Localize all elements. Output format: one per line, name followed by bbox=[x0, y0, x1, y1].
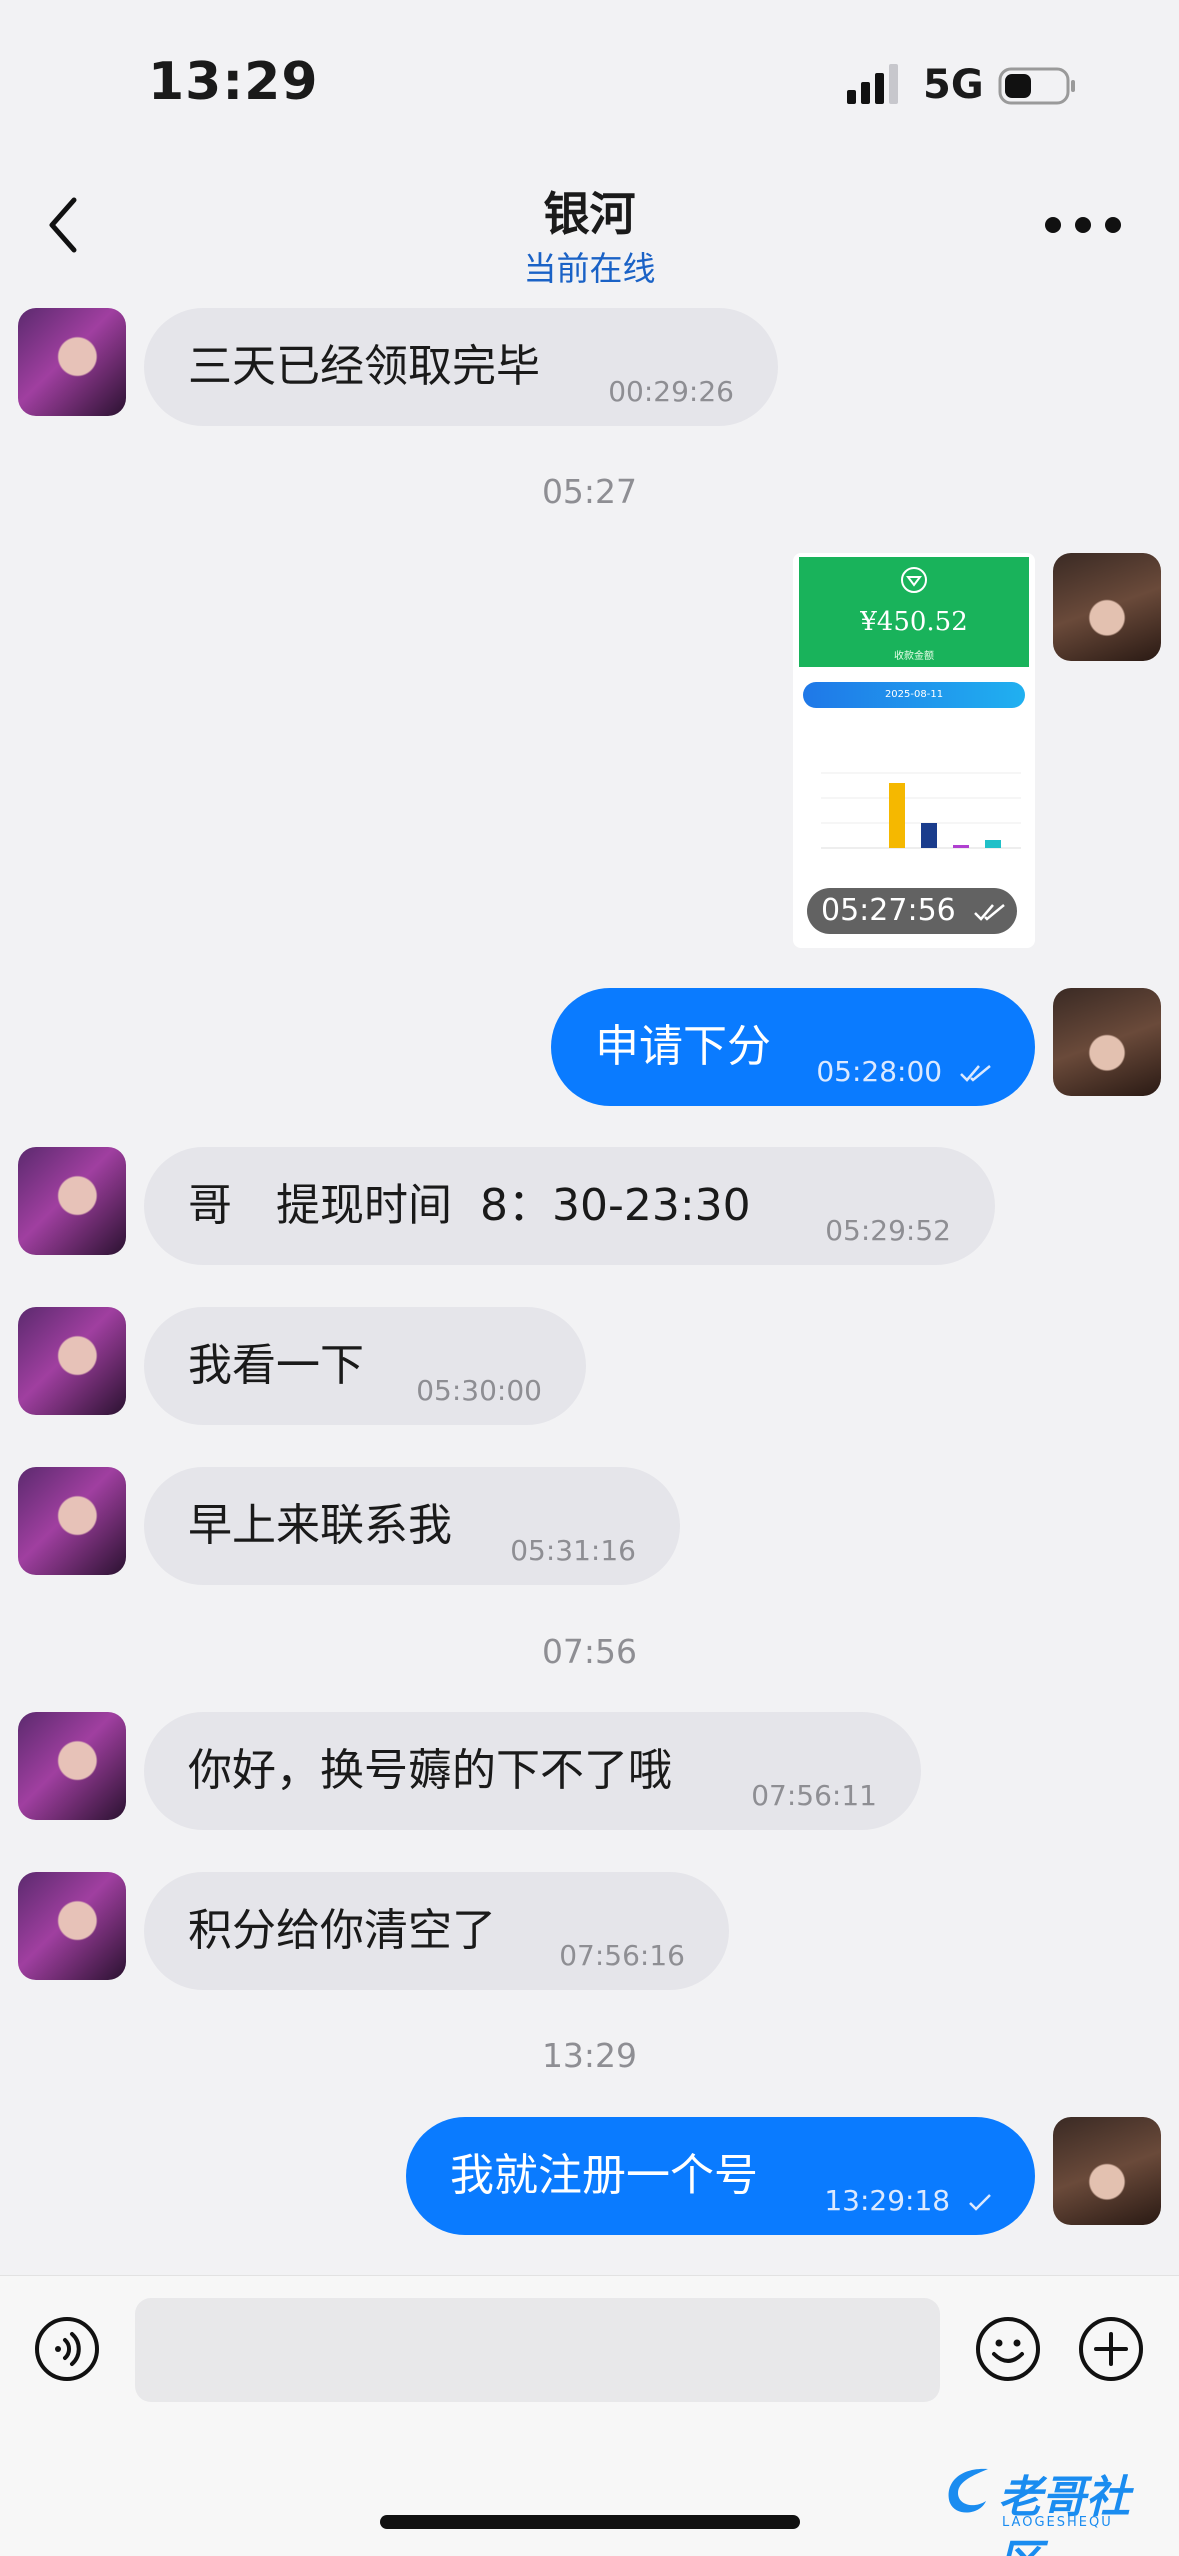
time-separator: 07:56 bbox=[541, 1632, 638, 1671]
image-subtitle: 收款金额 bbox=[894, 651, 934, 662]
message-text: 我就注册一个号 bbox=[450, 2150, 758, 2201]
read-check-icon bbox=[974, 903, 1006, 921]
watermark-sub: LAOGESHEQU bbox=[1002, 2515, 1113, 2530]
status-bar: 13:29 5G bbox=[0, 0, 1179, 150]
dragon-logo-icon bbox=[948, 2468, 988, 2513]
message-text: 积分给你清空了 bbox=[188, 1905, 496, 1956]
avatar[interactable] bbox=[18, 1712, 126, 1820]
message-text: 你好，换号薅的下不了哦 bbox=[188, 1745, 672, 1796]
chat-title: 银河 bbox=[543, 187, 636, 241]
avatar[interactable] bbox=[18, 1872, 126, 1980]
message-text: 申请下分 bbox=[595, 1021, 771, 1072]
avatar[interactable] bbox=[18, 1307, 126, 1415]
read-check-icon bbox=[960, 1065, 991, 1082]
message-bubble[interactable]: 三天已经领取完毕 00:29:26 bbox=[144, 308, 778, 426]
message-time-text: 05:28:00 bbox=[816, 1055, 943, 1088]
message-time: 13:29:18 bbox=[824, 2187, 993, 2215]
message-input[interactable] bbox=[135, 2298, 940, 2402]
message-text: 哥 提现时间 8：30-23:30 bbox=[188, 1180, 751, 1231]
message-time-text: 13:29:18 bbox=[824, 2184, 951, 2217]
badge-icon bbox=[901, 567, 927, 593]
message-bubble[interactable]: 早上来联系我 05:31:16 bbox=[144, 1467, 680, 1585]
time-separator: 13:29 bbox=[541, 2036, 638, 2075]
message-text: 早上来联系我 bbox=[188, 1500, 452, 1551]
message-bubble[interactable]: 你好，换号薅的下不了哦 07:56:11 bbox=[144, 1712, 921, 1830]
watermark: 老哥社区 LAOGESHEQU bbox=[938, 2455, 1168, 2556]
network-label: 5G bbox=[923, 62, 984, 108]
status-time: 13:29 bbox=[148, 52, 319, 112]
image-time-text: 05:27:56 bbox=[821, 893, 956, 928]
image-message[interactable]: ¥450.52 收款金额 2025-08-11 05:27:56 bbox=[793, 553, 1035, 948]
image-amount: ¥450.52 bbox=[860, 607, 968, 637]
message-bubble[interactable]: 哥 提现时间 8：30-23:30 05:29:52 bbox=[144, 1147, 995, 1265]
message-time: 07:56:16 bbox=[559, 1939, 685, 1972]
emoji-icon[interactable] bbox=[975, 2316, 1041, 2382]
message-text: 三天已经领取完毕 bbox=[188, 341, 540, 392]
signal-icon bbox=[847, 64, 898, 104]
avatar[interactable] bbox=[18, 1467, 126, 1575]
plus-icon[interactable] bbox=[1078, 2316, 1144, 2382]
image-date: 2025-08-11 bbox=[803, 682, 1025, 708]
message-time: 05:29:52 bbox=[825, 1214, 951, 1247]
avatar[interactable] bbox=[1053, 988, 1161, 1096]
image-time: 05:27:56 bbox=[807, 888, 1017, 934]
message-bubble[interactable]: 积分给你清空了 07:56:16 bbox=[144, 1872, 729, 1990]
message-bubble[interactable]: 我看一下 05:30:00 bbox=[144, 1307, 586, 1425]
battery-icon bbox=[998, 67, 1075, 105]
watermark-text: 老哥社区 bbox=[998, 2472, 1130, 2556]
message-bubble[interactable]: 申请下分 05:28:00 bbox=[551, 988, 1035, 1106]
message-time: 00:29:26 bbox=[608, 375, 734, 408]
message-text: 我看一下 bbox=[188, 1340, 364, 1391]
sent-check-icon bbox=[969, 2194, 991, 2211]
voice-icon[interactable] bbox=[34, 2316, 100, 2382]
more-dots-icon[interactable] bbox=[1043, 208, 1123, 242]
time-separator: 05:27 bbox=[541, 472, 638, 511]
home-indicator[interactable] bbox=[380, 2515, 800, 2529]
avatar[interactable] bbox=[1053, 2117, 1161, 2225]
message-time: 07:56:11 bbox=[751, 1779, 877, 1812]
image-header: ¥450.52 收款金额 bbox=[799, 557, 1029, 667]
avatar[interactable] bbox=[18, 1147, 126, 1255]
message-time: 05:30:00 bbox=[416, 1374, 542, 1407]
message-time: 05:31:16 bbox=[510, 1534, 636, 1567]
message-time: 05:28:00 bbox=[816, 1058, 993, 1086]
online-status: 当前在线 bbox=[523, 249, 656, 288]
avatar[interactable] bbox=[1053, 553, 1161, 661]
avatar[interactable] bbox=[18, 308, 126, 416]
chat-header: 银河 当前在线 bbox=[0, 150, 1179, 300]
message-bubble[interactable]: 我就注册一个号 13:29:18 bbox=[406, 2117, 1035, 2235]
image-chart bbox=[821, 772, 1021, 849]
